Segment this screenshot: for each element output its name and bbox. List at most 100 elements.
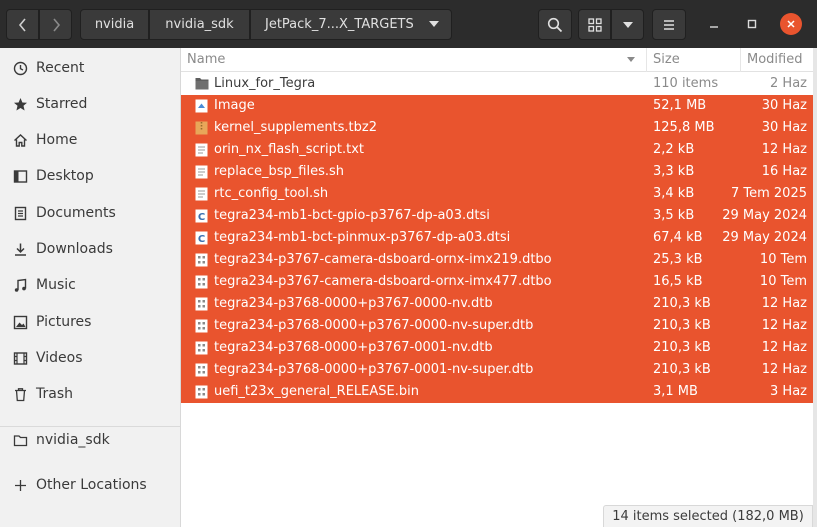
file-size: 210,3 kB <box>653 340 711 355</box>
sidebar-item-recent[interactable]: Recent <box>0 51 180 85</box>
c-source-file-icon: C <box>195 209 208 223</box>
file-row[interactable]: orin_nx_flash_script.txt 2,2 kB 12 Haz <box>181 139 813 161</box>
file-modified: 10 Tem <box>759 252 807 267</box>
file-row[interactable]: tegra234-p3767-camera-dsboard-ornx-imx21… <box>181 249 813 271</box>
home-icon <box>12 132 28 148</box>
sidebar-item-label: Trash <box>36 386 73 402</box>
file-name: tegra234-p3767-camera-dsboard-ornx-imx21… <box>214 252 552 267</box>
sidebar-item-pictures[interactable]: Pictures <box>0 305 180 339</box>
file-size: 67,4 kB <box>653 230 703 245</box>
sidebar-item-label: Music <box>36 277 76 293</box>
file-row[interactable]: tegra234-p3768-0000+p3767-0000-nv.dtb 210… <box>181 293 813 315</box>
sidebar-item-label: Starred <box>36 96 88 112</box>
binary-file-icon <box>195 253 208 267</box>
sidebar-item-label: Downloads <box>36 241 113 257</box>
video-icon <box>12 350 28 366</box>
sidebar-item-home[interactable]: Home <box>0 123 180 157</box>
sort-descending-icon <box>627 57 635 62</box>
sidebar-item-desktop[interactable]: Desktop <box>0 159 180 193</box>
maximize-icon <box>747 19 757 29</box>
sidebar-item-videos[interactable]: Videos <box>0 341 180 375</box>
file-size: 210,3 kB <box>653 296 711 311</box>
file-size: 2,2 kB <box>653 142 695 157</box>
file-size: 3,1 MB <box>653 384 698 399</box>
column-modified[interactable]: Modified <box>747 52 802 67</box>
binary-file-icon <box>195 341 208 355</box>
grid-view-button[interactable] <box>578 9 611 40</box>
back-button[interactable] <box>6 9 39 40</box>
file-modified: 29 May 2024 <box>722 208 807 223</box>
file-name: tegra234-p3768-0000+p3767-0000-nv-super.… <box>214 318 534 333</box>
file-name: tegra234-p3768-0000+p3767-0001-nv.dtb <box>214 340 493 355</box>
sidebar-item-label: Pictures <box>36 314 92 330</box>
minimize-button[interactable] <box>703 13 725 35</box>
file-modified: 12 Haz <box>761 340 807 355</box>
sidebar-item-downloads[interactable]: Downloads <box>0 232 180 266</box>
sidebar-item-label: Other Locations <box>36 477 147 493</box>
file-row[interactable]: Ctegra234-mb1-bct-gpio-p3767-dp-a03.dtsi… <box>181 205 813 227</box>
music-icon <box>12 277 28 293</box>
view-options-button[interactable] <box>611 9 644 40</box>
folder-row[interactable]: Linux_for_Tegra 110 items 2 Haz <box>181 73 813 95</box>
close-icon <box>787 20 795 28</box>
sidebar-item-starred[interactable]: Starred <box>0 87 180 121</box>
search-button[interactable] <box>538 9 572 40</box>
forward-button[interactable] <box>39 9 72 40</box>
file-row[interactable]: tegra234-p3767-camera-dsboard-ornx-imx47… <box>181 271 813 293</box>
column-divider[interactable] <box>646 48 647 72</box>
selection-status: 14 items selected (182,0 MB) <box>603 505 813 527</box>
file-row[interactable]: replace_bsp_files.sh 3,3 kB 16 Haz <box>181 161 813 183</box>
file-row[interactable]: kernel_supplements.tbz2 125,8 MB 30 Haz <box>181 117 813 139</box>
file-name: replace_bsp_files.sh <box>214 164 345 179</box>
file-modified: 29 May 2024 <box>722 230 807 245</box>
breadcrumb-nvidia-sdk[interactable]: nvidia_sdk <box>149 9 250 40</box>
file-name: rtc_config_tool.sh <box>214 186 329 201</box>
binary-file-icon <box>195 385 208 399</box>
close-button[interactable] <box>780 13 802 35</box>
sidebar-item-nvidia-sdk[interactable]: nvidia_sdk <box>0 423 180 457</box>
file-row[interactable]: tegra234-p3768-0000+p3767-0000-nv-super.… <box>181 315 813 337</box>
sidebar-item-documents[interactable]: Documents <box>0 196 180 230</box>
menu-button[interactable] <box>652 9 686 40</box>
file-row[interactable]: rtc_config_tool.sh 3,4 kB 7 Tem 2025 <box>181 183 813 205</box>
file-row[interactable]: tegra234-p3768-0000+p3767-0001-nv.dtb 210… <box>181 337 813 359</box>
file-modified: 10 Tem <box>759 274 807 289</box>
document-icon <box>12 205 28 221</box>
breadcrumb-jetpack[interactable]: JetPack_7...X_TARGETS <box>250 9 452 40</box>
binary-file-icon <box>195 363 208 377</box>
sidebar: Recent Starred Home Desktop Documents Do… <box>0 48 181 527</box>
grid-icon <box>587 17 602 32</box>
maximize-button[interactable] <box>741 13 763 35</box>
file-modified: 16 Haz <box>761 164 807 179</box>
file-modified: 30 Haz <box>761 120 807 135</box>
binary-file-icon <box>195 319 208 333</box>
column-name[interactable]: Name <box>187 52 225 67</box>
file-size: 3,4 kB <box>653 186 695 201</box>
sidebar-item-other-locations[interactable]: Other Locations <box>0 468 180 502</box>
file-modified: 3 Haz <box>770 384 807 399</box>
file-row[interactable]: Image 52,1 MB 30 Haz <box>181 95 813 117</box>
binary-file-icon <box>195 297 208 311</box>
column-divider[interactable] <box>740 48 741 72</box>
file-modified: 12 Haz <box>761 296 807 311</box>
star-icon <box>12 96 28 112</box>
sidebar-item-trash[interactable]: Trash <box>0 377 180 411</box>
file-size: 16,5 kB <box>653 274 703 289</box>
file-row[interactable]: tegra234-p3768-0000+p3767-0001-nv-super.… <box>181 359 813 381</box>
file-row[interactable]: uefi_t23x_general_RELEASE.bin 3,1 MB 3 Haz <box>181 381 813 403</box>
search-icon <box>547 17 563 32</box>
sidebar-item-label: nvidia_sdk <box>36 432 110 448</box>
text-file-icon <box>195 165 208 179</box>
sidebar-item-label: Desktop <box>36 168 94 184</box>
scrollbar[interactable] <box>813 48 817 527</box>
text-file-icon <box>195 187 208 201</box>
file-row[interactable]: Ctegra234-mb1-bct-pinmux-p3767-dp-a03.dt… <box>181 227 813 249</box>
sidebar-item-music[interactable]: Music <box>0 268 180 302</box>
caret-down-icon <box>622 21 633 28</box>
trash-icon <box>12 386 28 402</box>
svg-text:C: C <box>198 212 205 223</box>
column-size[interactable]: Size <box>653 52 680 67</box>
file-name: kernel_supplements.tbz2 <box>214 120 378 135</box>
chevron-left-icon <box>18 17 26 32</box>
breadcrumb-nvidia[interactable]: nvidia <box>80 9 149 40</box>
